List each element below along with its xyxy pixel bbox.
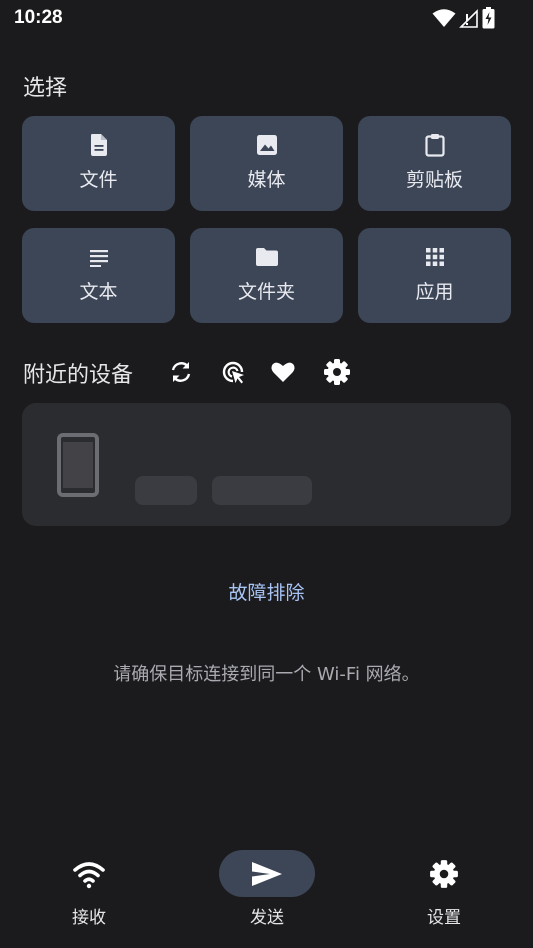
troubleshoot-link[interactable]: 故障排除 (0, 578, 533, 605)
send-icon (252, 861, 282, 886)
target-scan-icon[interactable] (219, 358, 247, 386)
device-name-placeholder (135, 476, 197, 505)
nav-label: 发送 (250, 908, 284, 928)
select-section-title: 选择 (23, 76, 68, 101)
nav-label: 接收 (72, 908, 106, 928)
nav-send[interactable]: 发送 (207, 850, 327, 940)
tile-folder[interactable]: 文件夹 (190, 228, 343, 323)
nav-settings[interactable]: 设置 (384, 850, 504, 940)
tile-clipboard[interactable]: 剪贴板 (358, 116, 511, 211)
settings-icon (430, 859, 458, 888)
nav-receive-pill (41, 850, 137, 897)
phone-icon (57, 433, 99, 497)
bottom-navigation: 接收 发送 设置 (0, 840, 533, 948)
signal-icon (459, 9, 478, 28)
nav-send-pill (219, 850, 315, 897)
nav-settings-pill (396, 850, 492, 897)
nav-label: 设置 (427, 908, 461, 928)
status-bar: 10:28 (0, 0, 533, 36)
file-icon (87, 133, 111, 157)
select-grid: 文件 媒体 剪贴板 文本 文件夹 应用 (22, 116, 511, 323)
tile-label: 剪贴板 (405, 169, 463, 191)
wifi-hint-text: 请确保目标连接到同一个 Wi-Fi 网络。 (113, 664, 420, 685)
tile-label: 应用 (415, 281, 454, 303)
wifi-icon (432, 9, 456, 27)
tile-text[interactable]: 文本 (22, 228, 175, 323)
nearby-devices-header: 附近的设备 (23, 352, 503, 392)
apps-grid-icon (423, 245, 447, 269)
wifi-receive-icon (73, 861, 105, 888)
device-info-placeholder (212, 476, 312, 505)
nav-receive[interactable]: 接收 (29, 850, 149, 940)
status-time: 10:28 (14, 7, 63, 28)
favorite-heart-icon[interactable] (269, 358, 297, 386)
tile-file[interactable]: 文件 (22, 116, 175, 211)
tile-apps[interactable]: 应用 (358, 228, 511, 323)
clipboard-icon (423, 133, 447, 157)
device-placeholder-card (22, 403, 511, 526)
settings-gear-icon[interactable] (323, 358, 351, 386)
image-icon (255, 133, 279, 157)
tile-label: 文件夹 (237, 281, 295, 303)
refresh-icon[interactable] (167, 358, 195, 386)
nearby-devices-title: 附近的设备 (23, 363, 134, 388)
status-icons (432, 6, 495, 30)
tile-label: 文件 (79, 169, 118, 191)
folder-icon (255, 245, 279, 269)
tile-label: 媒体 (247, 169, 286, 191)
text-icon (87, 245, 111, 269)
tile-media[interactable]: 媒体 (190, 116, 343, 211)
battery-icon (482, 7, 495, 29)
tile-label: 文本 (79, 281, 118, 303)
